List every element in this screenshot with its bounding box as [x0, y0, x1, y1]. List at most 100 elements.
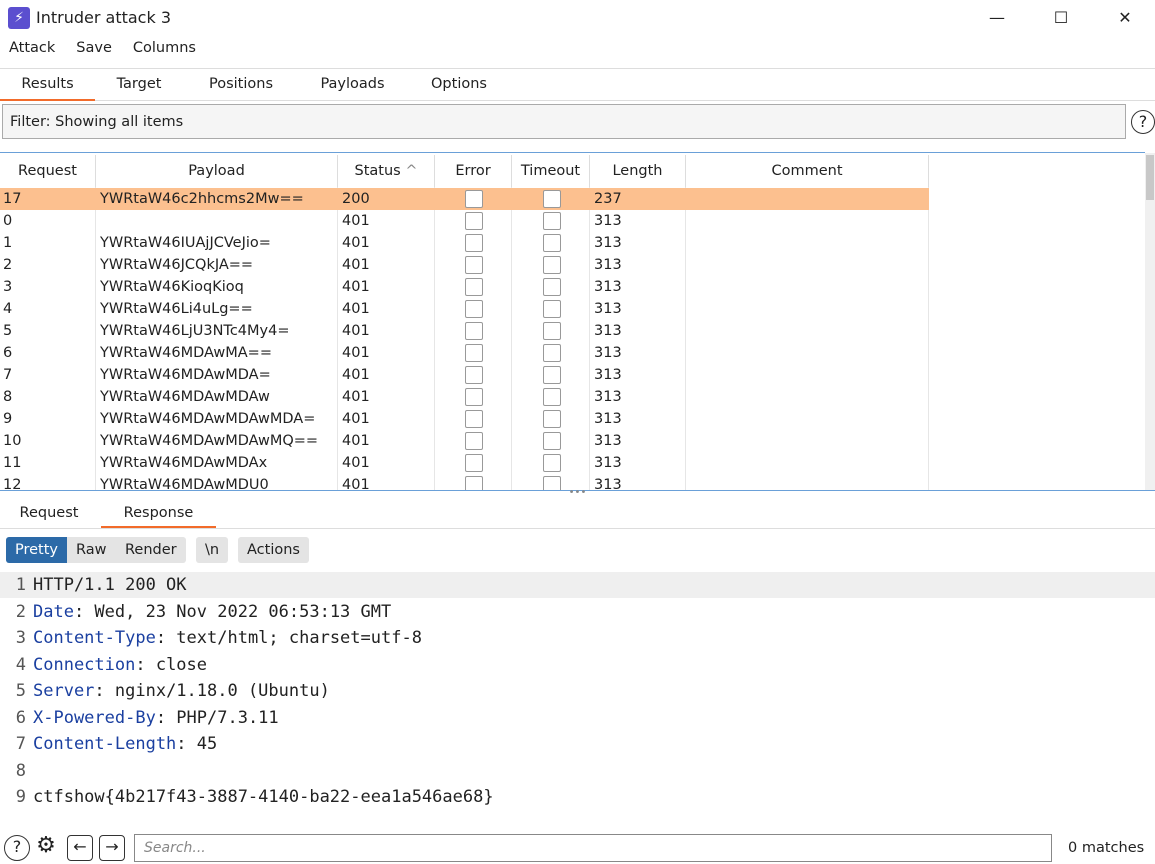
error-checkbox[interactable]: [465, 366, 483, 384]
raw-button[interactable]: Raw: [67, 537, 116, 563]
line-content: X-Powered-By: PHP/7.3.11: [33, 705, 279, 731]
table-row[interactable]: 3 YWRtaW46KioqKioq 401 313: [0, 276, 929, 298]
error-checkbox[interactable]: [465, 388, 483, 406]
timeout-checkbox[interactable]: [543, 234, 561, 252]
cell-length: 237: [594, 191, 622, 207]
timeout-checkbox[interactable]: [543, 432, 561, 450]
table-row[interactable]: 4 YWRtaW46Li4uLg== 401 313: [0, 298, 929, 320]
table-scrollbar[interactable]: [1145, 153, 1155, 490]
cell-payload: YWRtaW46MDAwMDAwMQ==: [100, 433, 319, 449]
timeout-checkbox[interactable]: [543, 256, 561, 274]
error-checkbox[interactable]: [465, 212, 483, 230]
timeout-checkbox[interactable]: [543, 212, 561, 230]
table-scrollbar-thumb[interactable]: [1146, 155, 1154, 200]
cell-status: 401: [342, 455, 370, 471]
help-icon[interactable]: ?: [1131, 110, 1155, 134]
timeout-checkbox[interactable]: [543, 476, 561, 490]
timeout-checkbox[interactable]: [543, 410, 561, 428]
timeout-checkbox[interactable]: [543, 322, 561, 340]
minimize-button[interactable]: —: [974, 4, 1020, 32]
tab-results[interactable]: Results: [0, 69, 95, 101]
table-row[interactable]: 1 YWRtaW46IUAjJCVeJio= 401 313: [0, 232, 929, 254]
column-payload[interactable]: Payload: [96, 155, 338, 187]
timeout-checkbox[interactable]: [543, 344, 561, 362]
table-row[interactable]: 10 YWRtaW46MDAwMDAwMQ== 401 313: [0, 430, 929, 452]
menu-columns[interactable]: Columns: [133, 40, 196, 56]
search-input[interactable]: Search...: [134, 834, 1052, 862]
table-row[interactable]: 11 YWRtaW46MDAwMDAx 401 313: [0, 452, 929, 474]
title-bar: ⚡ Intruder attack 3 — ☐ ✕: [0, 0, 1155, 38]
actions-dropdown[interactable]: Actions ⌄: [238, 537, 309, 584]
timeout-checkbox[interactable]: [543, 278, 561, 296]
line-content: Content-Type: text/html; charset=utf-8: [33, 625, 422, 651]
newline-toggle[interactable]: \n: [196, 537, 229, 563]
column-timeout[interactable]: Timeout: [512, 155, 590, 187]
table-row[interactable]: 17 YWRtaW46c2hhcms2Mw== 200 237: [0, 188, 929, 210]
table-row[interactable]: 2 YWRtaW46JCQkJA== 401 313: [0, 254, 929, 276]
table-row[interactable]: 8 YWRtaW46MDAwMDAw 401 313: [0, 386, 929, 408]
error-checkbox[interactable]: [465, 322, 483, 340]
table-row[interactable]: 5 YWRtaW46LjU3NTc4My4= 401 313: [0, 320, 929, 342]
tab-positions[interactable]: Positions: [195, 69, 287, 101]
table-row[interactable]: 0 401 313: [0, 210, 929, 232]
line-number: 8: [15, 760, 26, 781]
timeout-checkbox[interactable]: [543, 454, 561, 472]
forward-arrow-icon[interactable]: →: [99, 835, 125, 861]
timeout-checkbox[interactable]: [543, 388, 561, 406]
error-checkbox[interactable]: [465, 410, 483, 428]
pretty-button[interactable]: Pretty: [6, 537, 68, 563]
filter-bar[interactable]: Filter: Showing all items: [2, 104, 1126, 139]
tab-response[interactable]: Response: [101, 498, 216, 528]
timeout-checkbox[interactable]: [543, 300, 561, 318]
tab-request[interactable]: Request: [8, 498, 90, 528]
help-icon[interactable]: ?: [4, 835, 30, 861]
error-checkbox[interactable]: [465, 454, 483, 472]
table-row[interactable]: 7 YWRtaW46MDAwMDA= 401 313: [0, 364, 929, 386]
cell-request: 8: [3, 389, 13, 405]
response-editor[interactable]: 1 HTTP/1.1 200 OK 2 Date: Wed, 23 Nov 2022 …: [0, 572, 1155, 827]
menu-bar: Attack Save Columns: [0, 40, 208, 66]
line-content: Content-Length: 45: [33, 731, 217, 757]
timeout-checkbox[interactable]: [543, 190, 561, 208]
split-handle[interactable]: •••: [0, 488, 1155, 498]
error-checkbox[interactable]: [465, 344, 483, 362]
maximize-button[interactable]: ☐: [1038, 4, 1084, 32]
table-row[interactable]: 9 YWRtaW46MDAwMDAwMDA= 401 313: [0, 408, 929, 430]
error-checkbox[interactable]: [465, 190, 483, 208]
cell-request: 2: [3, 257, 13, 273]
cell-length: 313: [594, 323, 622, 339]
column-request[interactable]: Request: [0, 155, 96, 187]
header-name: Date: [33, 601, 74, 622]
error-checkbox[interactable]: [465, 234, 483, 252]
cell-length: 313: [594, 213, 622, 229]
error-checkbox[interactable]: [465, 278, 483, 296]
column-status-label: Status: [354, 163, 401, 179]
render-button[interactable]: Render: [116, 537, 186, 563]
code-line: 5 Server: nginx/1.18.0 (Ubuntu): [0, 678, 1155, 704]
error-checkbox[interactable]: [465, 300, 483, 318]
column-status[interactable]: Status ^: [338, 155, 435, 187]
gear-icon[interactable]: ⚙: [33, 835, 59, 861]
back-arrow-icon[interactable]: ←: [67, 835, 93, 861]
tab-payloads[interactable]: Payloads: [305, 69, 400, 101]
timeout-checkbox[interactable]: [543, 366, 561, 384]
column-length[interactable]: Length: [590, 155, 686, 187]
column-comment[interactable]: Comment: [686, 155, 929, 187]
cell-status: 401: [342, 411, 370, 427]
cell-status: 401: [342, 345, 370, 361]
error-checkbox[interactable]: [465, 432, 483, 450]
close-button[interactable]: ✕: [1102, 4, 1148, 32]
tab-target[interactable]: Target: [100, 69, 178, 101]
tab-options[interactable]: Options: [418, 69, 500, 101]
table-row[interactable]: 12 YWRtaW46MDAwMDU0 401 313: [0, 474, 929, 490]
menu-attack[interactable]: Attack: [9, 40, 55, 56]
column-error[interactable]: Error: [435, 155, 512, 187]
table-row[interactable]: 6 YWRtaW46MDAwMA== 401 313: [0, 342, 929, 364]
cell-payload: YWRtaW46c2hhcms2Mw==: [100, 191, 304, 207]
line-number: 1: [15, 575, 26, 595]
error-checkbox[interactable]: [465, 476, 483, 490]
cell-request: 4: [3, 301, 13, 317]
error-checkbox[interactable]: [465, 256, 483, 274]
cell-payload: YWRtaW46MDAwMDAx: [100, 455, 268, 471]
menu-save[interactable]: Save: [76, 40, 112, 56]
